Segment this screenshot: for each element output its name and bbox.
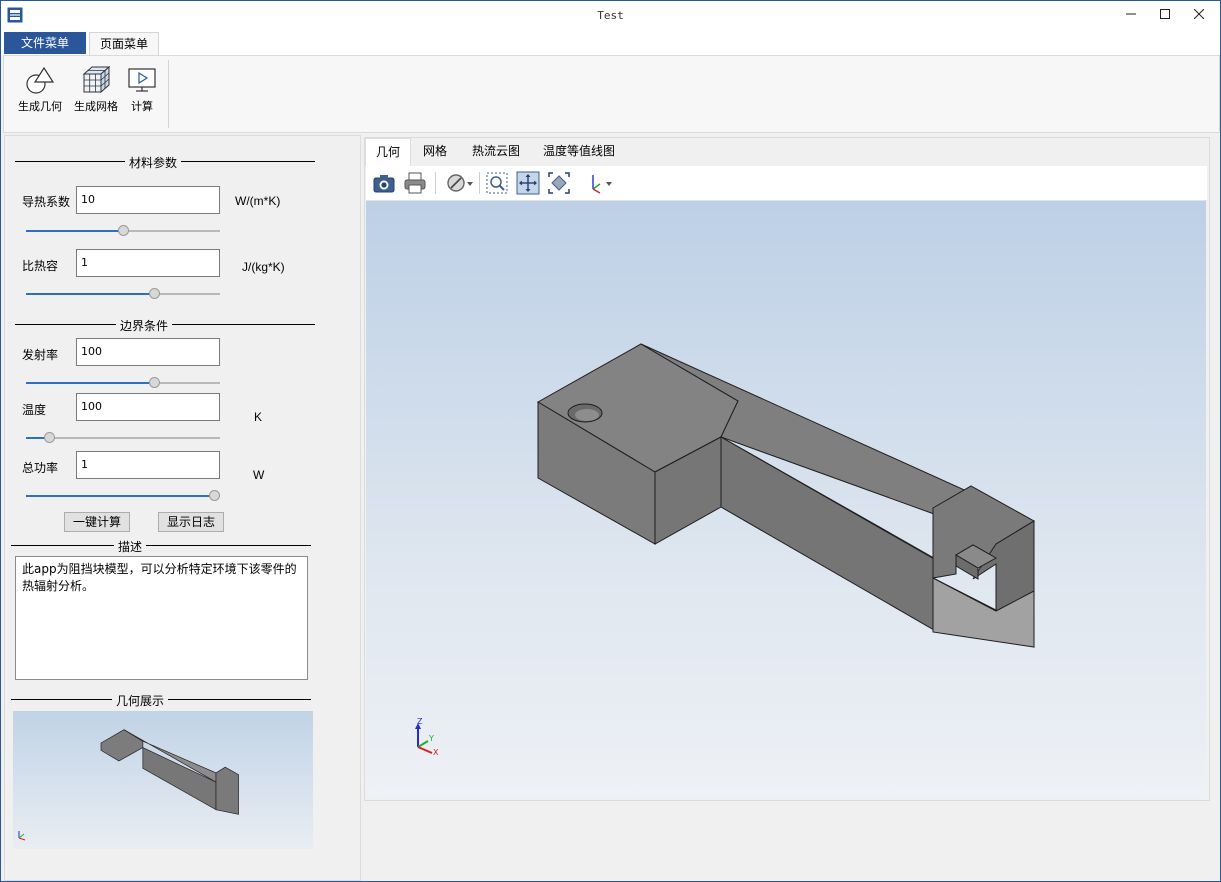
compute-label: 计算 [131,100,153,113]
boundary-group-header: 边界条件 [15,317,315,334]
temperature-label: 温度 [22,403,47,417]
ribbon-tab-strip: 文件菜单 页面菜单 [1,31,1220,56]
tab-heat-flux-cloud[interactable]: 热流云图 [462,138,530,165]
boundary-group-title: 边界条件 [116,317,173,334]
description-group-header: 描述 [11,538,311,555]
axis-z-label: Z [417,717,423,726]
print-icon[interactable] [403,171,427,195]
title-bar: Test [1,1,1220,31]
show-log-button[interactable]: 显示日志 [158,512,224,532]
preview-group-title: 几何展示 [112,692,169,709]
mesh-icon [82,65,111,94]
material-group-header: 材料参数 [15,154,315,171]
heat-capacity-slider-thumb[interactable] [149,288,160,299]
generate-mesh-label: 生成网格 [74,100,118,113]
emissivity-slider-thumb[interactable] [149,377,160,388]
axis-x-label: X [433,748,439,757]
conductivity-label: 导热系数 [22,195,71,209]
ribbon-group-divider [168,60,169,128]
power-slider[interactable] [26,490,220,502]
temperature-unit: K [254,410,263,424]
axis-y-label: Y [428,734,434,743]
axis-view-icon[interactable] [585,171,613,195]
geometry-icon [26,66,55,94]
app-window: Test 文件菜单 页面菜单 生成几何 生成网格 计算 材料参数 导热系数 10… [0,0,1221,882]
zoom-window-icon[interactable] [485,171,509,195]
left-panel: 材料参数 导热系数 10 W/(m*K) 比热容 1 J/(kg*K) 边界条件… [4,135,361,881]
preview-axis-triad-icon [18,831,26,841]
axis-triad-icon: Z Y X [415,717,439,757]
tab-geometry[interactable]: 几何 [365,138,412,166]
close-button[interactable] [1182,1,1216,31]
heat-capacity-unit: J/(kg*K) [242,260,285,274]
preview-group-header: 几何展示 [11,692,311,709]
pan-icon[interactable] [516,171,540,195]
minimize-icon [1126,13,1136,15]
3d-viewport[interactable]: Z Y X [366,201,1206,798]
temperature-input[interactable]: 100 [76,393,220,421]
viewer-toolbar [366,166,1207,201]
clip-icon[interactable] [446,171,474,195]
fit-all-icon[interactable] [547,171,571,195]
conductivity-input[interactable]: 10 [76,186,220,214]
heat-capacity-input[interactable]: 1 [76,249,220,277]
geometry-preview[interactable] [13,711,313,849]
emissivity-input[interactable]: 100 [76,338,220,366]
close-icon [1193,8,1205,20]
tab-mesh[interactable]: 网格 [413,138,457,165]
temperature-slider[interactable] [26,432,220,444]
heat-capacity-label: 比热容 [22,259,59,273]
window-title: Test [597,9,624,22]
conductivity-slider-thumb[interactable] [118,225,129,236]
toolbar-separator [479,172,480,194]
emissivity-slider[interactable] [26,377,220,389]
part-3d-model [537,343,1035,649]
generate-geometry-label: 生成几何 [18,100,62,113]
tab-page-menu[interactable]: 页面菜单 [89,32,159,56]
temperature-slider-thumb[interactable] [44,432,55,443]
emissivity-label: 发射率 [22,348,59,362]
conductivity-slider[interactable] [26,225,220,237]
power-input[interactable]: 1 [76,451,220,479]
ribbon-panel: 生成几何 生成网格 计算 [3,55,1220,133]
description-group-title: 描述 [114,538,147,555]
power-slider-thumb[interactable] [209,490,220,501]
power-label: 总功率 [22,461,59,475]
conductivity-unit: W/(m*K) [235,194,281,208]
power-unit: W [253,468,265,482]
toolbar-separator [435,172,436,194]
maximize-button[interactable] [1148,1,1182,31]
compute-icon [128,68,156,92]
tab-file-menu[interactable]: 文件菜单 [4,32,86,54]
one-click-compute-button[interactable]: 一键计算 [64,512,130,532]
minimize-button[interactable] [1114,1,1148,31]
description-textbox[interactable]: 此app为阻挡块模型，可以分析特定环境下该零件的热辐射分析。 [15,556,308,680]
generate-mesh-button[interactable]: 生成网格 [68,62,124,124]
compute-button[interactable]: 计算 [124,62,160,124]
tab-temperature-contour[interactable]: 温度等值线图 [533,138,625,165]
maximize-icon [1160,9,1170,19]
generate-geometry-button[interactable]: 生成几何 [14,62,66,124]
preview-part-model [100,729,239,815]
camera-icon[interactable] [372,171,396,195]
material-group-title: 材料参数 [125,154,182,171]
viewer-panel: 几何 网格 热流云图 温度等值线图 Z Y X [364,137,1210,801]
heat-capacity-slider[interactable] [26,288,220,300]
